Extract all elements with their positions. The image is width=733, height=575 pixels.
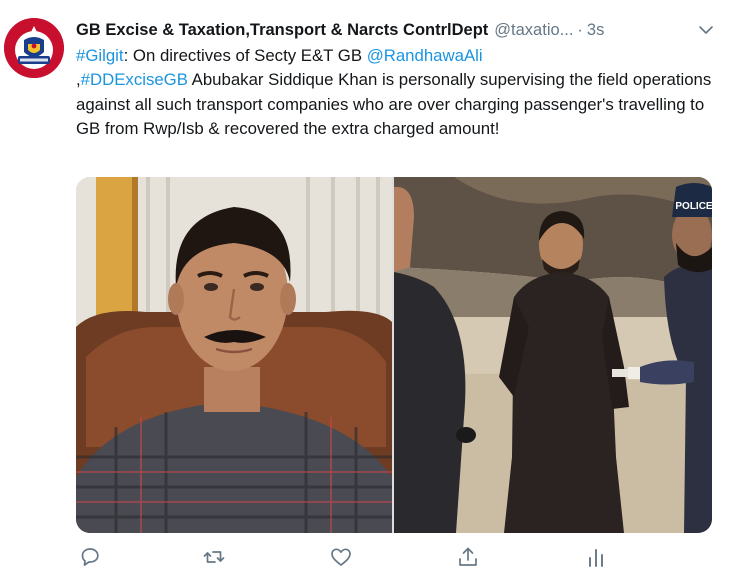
photo-portrait[interactable] [76,177,392,533]
tweet-header: GB Excise & Taxation,Transport & Narcts … [76,18,716,42]
mention-randhawaali[interactable]: @RandhawaAli [367,46,483,65]
portrait-image [76,177,392,533]
retweet-icon[interactable] [202,545,228,571]
share-icon[interactable] [456,545,482,571]
excise-emblem-icon [4,18,64,78]
police-cap-text: POLICE [675,201,712,212]
chevron-down-icon[interactable] [696,20,716,40]
display-name[interactable]: GB Excise & Taxation,Transport & Narcts … [76,21,488,40]
reply-icon[interactable] [78,545,104,571]
heart-icon[interactable] [329,545,355,571]
timestamp[interactable]: 3s [587,21,604,40]
field-operation-image: POLICE [394,177,712,533]
photo-field-operation[interactable]: POLICE [394,177,712,533]
tweet-text: #Gilgit: On directives of Secty E&T GB @… [76,44,716,142]
analytics-icon[interactable] [584,545,610,571]
hashtag-gilgit[interactable]: #Gilgit [76,46,124,65]
user-handle[interactable]: @taxatio... [494,21,573,40]
separator-dot: · [577,20,583,39]
tweet-actions [76,543,716,573]
tweet[interactable]: GB Excise & Taxation,Transport & Narcts … [0,0,733,575]
avatar[interactable] [4,18,64,78]
tweet-media: POLICE [76,177,712,533]
hashtag-ddexcisegb[interactable]: #DDExciseGB [81,70,188,89]
tweet-text-part-1: : On directives of Secty E&T GB [123,46,367,65]
